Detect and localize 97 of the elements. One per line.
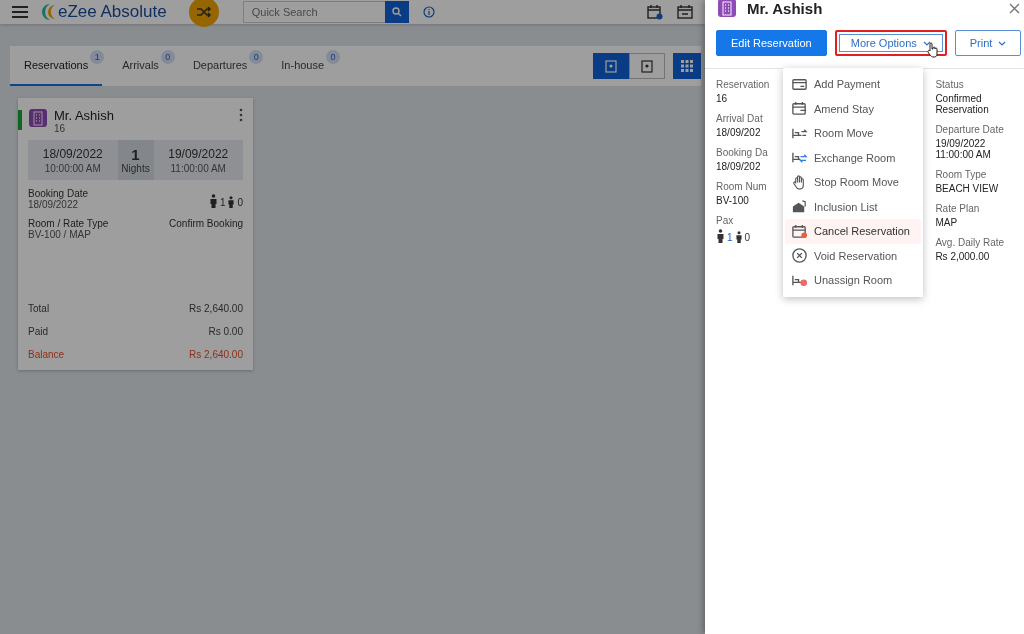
crescent-logo-icon	[42, 4, 56, 20]
hotel-icon	[28, 108, 48, 128]
field-value: BV-100 / MAP	[28, 229, 91, 240]
shuffle-icon	[196, 6, 211, 18]
reservation-card[interactable]: Mr. Ashish 16 18/09/2022 10:00:00 AM 1 Nights 19/09/2022 11:00:00 AM Booking Date 18/09/2022 1 0 Room / Rate Type BV-100 / MAP Confirm Booking Total Rs 2,640.00 Paid Rs 0.00 Balance Rs 2,640.00	[18, 98, 253, 370]
field-value: 18/09/202	[716, 161, 762, 172]
total-value: Rs 0.00	[208, 326, 243, 337]
field-label: Room / Rate Type	[28, 218, 109, 229]
count-badge: 0	[326, 50, 341, 64]
departure-date: 19/09/2022	[168, 146, 229, 161]
search-field[interactable]: Quick Search	[242, 1, 385, 23]
tab[interactable]: Arrivals 0	[108, 46, 173, 86]
shuffle-button[interactable]	[188, 0, 219, 27]
field-label: Room Type	[935, 169, 988, 180]
arrival-time: 10:00:00 AM	[44, 162, 101, 174]
tab[interactable]: In-house 0	[267, 46, 339, 86]
adult-count: 1	[219, 197, 226, 208]
field-value: MAP	[935, 217, 959, 228]
total-label: Balance	[28, 349, 65, 360]
reservation-number: 16	[54, 123, 67, 134]
field-label: Reservation	[716, 79, 771, 90]
tab[interactable]: Departures 0	[178, 46, 262, 86]
menu-item[interactable]: Room Move	[785, 121, 921, 146]
menu-item[interactable]: Amend Stay	[785, 96, 921, 121]
edit-button[interactable]: Edit Reservation	[716, 30, 827, 56]
grid-view-button[interactable]	[673, 53, 701, 79]
calendar-icon	[791, 100, 808, 118]
total-label: Total	[28, 303, 50, 314]
circle-x-icon	[791, 247, 808, 265]
total-value: Rs 2,640.00	[189, 303, 243, 314]
search-button[interactable]	[384, 1, 409, 23]
status-bar	[18, 110, 22, 130]
field-value: BV-100	[716, 195, 750, 206]
field-label: Room Num	[716, 181, 768, 192]
nights-count: 1	[131, 146, 140, 163]
field-label: Rate Plan	[935, 203, 981, 214]
more-icon[interactable]	[239, 108, 243, 122]
dropdown-button[interactable]: Print	[954, 30, 1022, 56]
contact-card-icon	[640, 59, 654, 73]
grid-icon	[680, 59, 694, 73]
count-badge: 1	[90, 50, 105, 64]
panel-title: Mr. Ashish	[747, 0, 823, 17]
field-label: Arrival Dat	[716, 113, 764, 124]
card-view-button[interactable]	[593, 53, 629, 79]
field-value: BEACH VIEW	[935, 183, 1000, 194]
calendar-icon[interactable]	[677, 4, 693, 20]
field-value: 18/09/2022	[28, 199, 80, 210]
tab[interactable]: Reservations 1	[10, 46, 103, 86]
field-value: Confirmed Reservation	[935, 93, 990, 115]
menu-item[interactable]: Exchange Room	[785, 145, 921, 170]
caret-icon	[922, 40, 931, 46]
child-count: 0	[237, 197, 243, 208]
adult-count: 1	[727, 232, 733, 243]
caret-icon	[998, 40, 1007, 46]
close-icon	[1009, 2, 1021, 14]
total-label: Paid	[28, 326, 48, 337]
menu-item[interactable]: Unassign Room	[785, 268, 921, 293]
field-label: Booking Date	[28, 188, 89, 199]
count-badge: 0	[249, 50, 264, 64]
info-icon[interactable]	[422, 6, 435, 18]
calendar-x-icon	[791, 222, 808, 240]
nights-label: Nights	[121, 163, 150, 174]
field-value: 16	[716, 93, 729, 104]
booking-status: Confirm Booking	[169, 218, 243, 229]
calendar-add-icon[interactable]	[647, 4, 663, 20]
contact-card-icon	[604, 59, 618, 73]
field-label: Pax	[716, 215, 735, 226]
adult-icon	[716, 229, 725, 243]
menu-item[interactable]: Stop Room Move	[785, 170, 921, 195]
child-icon	[227, 196, 236, 208]
dropdown-button[interactable]: More Options	[834, 30, 947, 56]
field-label: Booking Da	[716, 147, 769, 158]
menu-item[interactable]: Void Reservation	[785, 243, 921, 268]
close-button[interactable]	[1009, 2, 1021, 14]
app-name: eZee Absolute	[58, 2, 167, 22]
arrival-date: 18/09/2022	[42, 146, 103, 161]
search-icon	[391, 7, 402, 17]
hand-cursor-icon	[926, 42, 939, 58]
child-count: 0	[744, 232, 751, 243]
menu-item[interactable]: Cancel Reservation	[785, 219, 921, 244]
total-value: Rs 2,640.00	[189, 349, 243, 360]
field-label: Status	[935, 79, 965, 90]
hotel-icon	[717, 0, 737, 18]
field-value: 18/09/202	[716, 127, 762, 138]
menu-icon[interactable]	[12, 6, 28, 18]
child-icon	[734, 231, 743, 243]
departure-time: 11:00:00 AM	[170, 162, 226, 174]
list-view-button[interactable]	[629, 53, 665, 79]
adult-icon	[208, 194, 218, 208]
guest-name: Mr. Ashish	[54, 108, 114, 123]
menu-item[interactable]: Add Payment	[785, 72, 921, 97]
field-label: Departure Date	[935, 124, 1005, 135]
field-value: Rs 2,000.00	[935, 251, 991, 262]
field-label: Avg. Daily Rate	[935, 237, 1006, 248]
field-value: 19/09/2022 11:00:00 AM	[935, 138, 992, 160]
menu-item[interactable]: Inclusion List	[785, 194, 921, 219]
count-badge: 0	[160, 50, 175, 64]
